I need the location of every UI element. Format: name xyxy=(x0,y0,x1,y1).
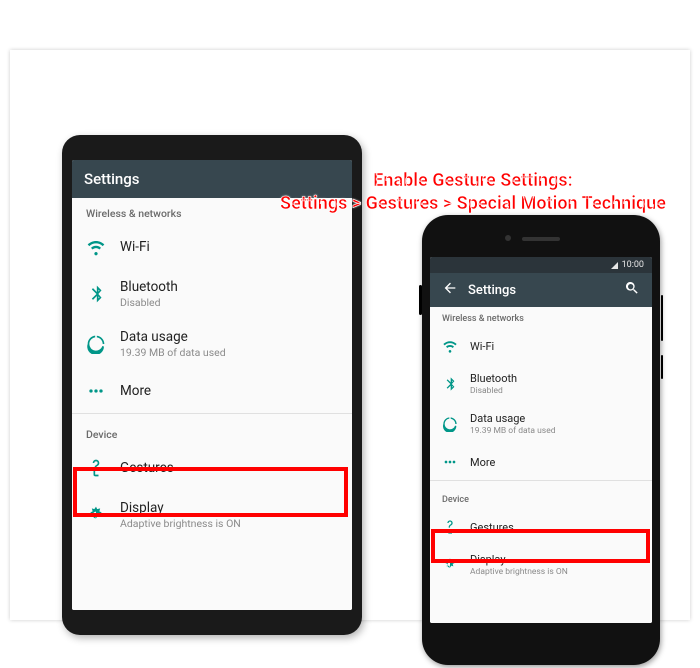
phone-volume-button xyxy=(661,295,664,341)
wifi-icon xyxy=(442,338,458,354)
row-sublabel: 19.39 MB of data used xyxy=(120,346,226,359)
row-data-usage[interactable]: Data usage 19.39 MB of data used xyxy=(430,404,652,444)
display-icon xyxy=(86,505,106,525)
annotation-line2: Settings > Gestures > Special Motion Tec… xyxy=(238,193,700,216)
phone-screen: 10:00 Settings Wireless & networks Wi-Fi… xyxy=(430,257,652,623)
data-usage-icon xyxy=(86,334,106,354)
gestures-icon xyxy=(86,458,106,478)
row-label: Gestures xyxy=(120,460,174,476)
row-label: Bluetooth xyxy=(470,372,517,385)
bluetooth-icon xyxy=(442,376,458,392)
row-sublabel: Adaptive brightness is ON xyxy=(470,567,568,577)
row-sublabel: Disabled xyxy=(470,386,517,396)
row-more[interactable]: More xyxy=(72,369,352,413)
canvas: Enable Gesture Settings: Settings > Gest… xyxy=(10,50,690,620)
row-label: Display xyxy=(470,553,568,566)
bluetooth-icon xyxy=(86,284,106,304)
section-header-device: Device xyxy=(430,480,652,509)
row-sublabel: 19.39 MB of data used xyxy=(470,426,556,436)
more-icon xyxy=(86,381,106,401)
back-icon[interactable] xyxy=(442,280,458,300)
row-display[interactable]: Display Adaptive brightness is ON xyxy=(72,490,352,540)
row-label: Wi-Fi xyxy=(470,340,494,353)
row-wifi[interactable]: Wi-Fi xyxy=(430,328,652,364)
row-sublabel: Adaptive brightness is ON xyxy=(120,517,241,530)
phone-content[interactable]: Wireless & networks Wi-Fi Bluetooth Disa… xyxy=(430,307,652,623)
row-label: Wi-Fi xyxy=(120,239,150,255)
more-icon xyxy=(442,454,458,470)
row-bluetooth[interactable]: Bluetooth Disabled xyxy=(430,364,652,404)
row-label: Data usage xyxy=(470,412,556,425)
phone-appbar: Settings xyxy=(430,273,652,307)
gestures-icon xyxy=(442,519,458,535)
tablet-screen: Settings Wireless & networks Wi-Fi Bluet… xyxy=(72,160,352,610)
section-header-device: Device xyxy=(72,413,352,446)
status-time: 10:00 xyxy=(622,260,644,270)
data-usage-icon xyxy=(442,416,458,432)
row-data-usage[interactable]: Data usage 19.39 MB of data used xyxy=(72,319,352,369)
row-bluetooth[interactable]: Bluetooth Disabled xyxy=(72,269,352,319)
row-label: Bluetooth xyxy=(120,279,178,295)
phone-side-button xyxy=(419,285,422,315)
row-sublabel: Disabled xyxy=(120,296,178,309)
annotation-text: Enable Gesture Settings: Settings > Gest… xyxy=(238,170,700,215)
search-icon[interactable] xyxy=(624,280,640,300)
row-label: More xyxy=(470,456,495,469)
row-display[interactable]: Display Adaptive brightness is ON xyxy=(430,545,652,585)
phone-camera xyxy=(505,235,511,241)
tablet-content[interactable]: Wireless & networks Wi-Fi Bluetooth Disa… xyxy=(72,198,352,610)
phone-power-button xyxy=(661,355,664,379)
row-label: Data usage xyxy=(120,329,226,345)
row-label: Display xyxy=(120,500,241,516)
row-wifi[interactable]: Wi-Fi xyxy=(72,225,352,269)
section-header-wireless: Wireless & networks xyxy=(430,307,652,328)
wifi-icon xyxy=(86,237,106,257)
row-gestures[interactable]: Gestures xyxy=(72,446,352,490)
phone-statusbar: 10:00 xyxy=(430,257,652,273)
display-icon xyxy=(442,557,458,573)
row-label: Gestures xyxy=(470,521,514,534)
annotation-line1: Enable Gesture Settings: xyxy=(238,170,700,193)
phone-device: 10:00 Settings Wireless & networks Wi-Fi… xyxy=(422,215,660,665)
row-more[interactable]: More xyxy=(430,444,652,480)
page-title: Settings xyxy=(468,283,614,298)
row-label: More xyxy=(120,383,151,399)
row-gestures[interactable]: Gestures xyxy=(430,509,652,545)
signal-icon xyxy=(611,262,618,269)
phone-speaker xyxy=(522,237,560,241)
